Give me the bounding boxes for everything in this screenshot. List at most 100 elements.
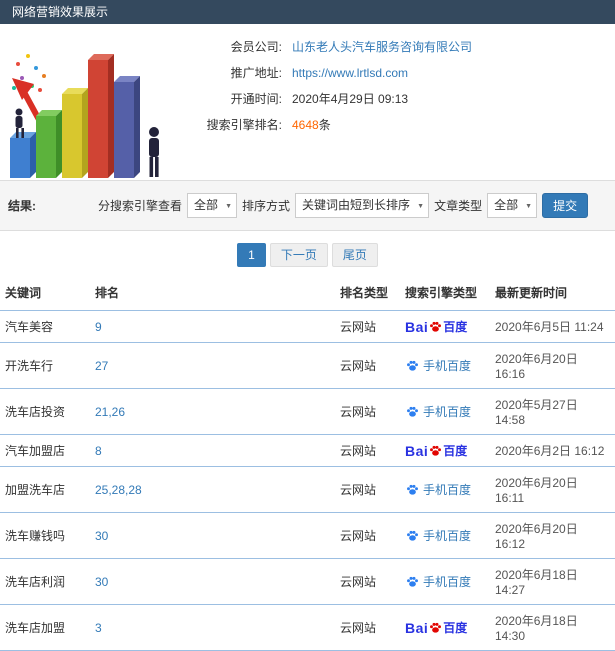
baidu-logo-latin: Bai [405,619,429,636]
bar-chart-graphic [10,54,159,178]
rank-cell: 30 [90,558,335,605]
keyword-cell: 洗车店利润 [0,558,90,605]
filter-controls: 分搜索引擎查看 全部 排序方式 关键词由短到长排序 文章类型 全部 提交 [98,193,589,218]
rank-cell: 8 [90,434,335,467]
table-body: 汽车美容 9 云网站 Bai 百度 2020年6月5日 11:24 开洗车行 2… [0,310,615,651]
update-time-cell: 2020年6月5日 11:24 [490,310,615,343]
mobile-baidu-logo: 手机百度 [405,573,471,590]
rank-unit: 条 [318,118,331,132]
engine-cell: Bai 百度 [400,604,490,651]
rank-type-cell: 云网站 [335,434,400,467]
engine-rank-row: 搜索引擎排名: 4648条 [182,116,472,134]
rank-type-cell: 云网站 [335,388,400,435]
baidu-logo-latin: Bai [405,442,429,459]
engine-rank-label: 搜索引擎排名: [206,118,282,132]
table-row: 洗车店利润 30 云网站 手机百度 2020年6月18日 14:27 [0,558,615,605]
keyword-cell: 洗车店投资 [0,388,90,435]
update-time-cell: 2020年6月2日 16:12 [490,434,615,467]
sort-select[interactable]: 关键词由短到长排序 [295,193,430,218]
table-row: 洗车店投资 21,26 云网站 手机百度 2020年5月27日 14:58 [0,388,615,435]
next-page-button[interactable]: 下一页 [269,243,328,267]
mobile-baidu-label: 手机百度 [423,404,472,419]
rank-type-cell: 云网站 [335,466,400,513]
engine-select[interactable]: 全部 [187,193,238,218]
info-section: 会员公司: 山东老人头汽车服务咨询有限公司 推广地址: https://www.… [0,24,615,180]
rank-cell: 21,26 [90,388,335,435]
engine-cell: 手机百度 [400,388,490,435]
engine-cell: Bai 百度 [400,310,490,343]
mobile-baidu-label: 手机百度 [423,528,472,543]
engine-filter-label: 分搜索引擎查看 [98,199,183,213]
engine-rank-value: 4648条 [292,116,331,134]
info-list: 会员公司: 山东老人头汽车服务咨询有限公司 推广地址: https://www.… [182,24,472,180]
table-row: 洗车赚钱吗 30 云网站 手机百度 2020年6月20日 16:12 [0,512,615,559]
rank-count: 4648 [292,118,319,132]
baidu-logo-latin: Bai [405,318,429,335]
rank-cell: 3 [90,604,335,651]
promotion-url-link[interactable]: https://www.lrtlsd.com [292,64,408,82]
keyword-cell: 开洗车行 [0,342,90,389]
mobile-baidu-label: 手机百度 [423,574,472,589]
rank-type-cell: 云网站 [335,604,400,651]
keyword-cell: 加盟洗车店 [0,466,90,513]
mobile-baidu-label: 手机百度 [423,358,472,373]
rank-type-cell: 云网站 [335,512,400,559]
rank-cell: 30 [90,512,335,559]
results-table: 关键词 排名 排名类型 搜索引擎类型 最新更新时间 汽车美容 9 云网站 Bai… [0,275,615,651]
mobile-baidu-paw-icon [406,405,419,418]
col-engine-type: 搜索引擎类型 [400,275,490,311]
url-label: 推广地址: [230,66,282,80]
update-time-cell: 2020年6月20日 16:16 [490,342,615,389]
page-1-button[interactable]: 1 [237,243,266,267]
mobile-baidu-logo: 手机百度 [405,403,471,420]
baidu-logo-cn: 百度 [443,444,468,458]
update-time-cell: 2020年6月18日 14:30 [490,604,615,651]
table-row: 加盟洗车店 25,28,28 云网站 手机百度 2020年6月20日 16:11 [0,466,615,513]
keyword-cell: 洗车店加盟 [0,604,90,651]
url-row: 推广地址: https://www.lrtlsd.com [182,64,472,82]
baidu-paw-icon [429,444,442,457]
person-figure-right [149,127,159,177]
baidu-logo: Bai 百度 [405,619,467,636]
rank-cell: 9 [90,310,335,343]
engine-cell: 手机百度 [400,558,490,605]
mobile-baidu-label: 手机百度 [423,482,472,497]
pagination: 1 下一页 尾页 [0,231,615,275]
baidu-logo-cn: 百度 [443,621,468,635]
keyword-cell: 汽车美容 [0,310,90,343]
table-row: 开洗车行 27 云网站 手机百度 2020年6月20日 16:16 [0,342,615,389]
company-link[interactable]: 山东老人头汽车服务咨询有限公司 [292,38,472,56]
mobile-baidu-paw-icon [406,529,419,542]
engine-cell: 手机百度 [400,342,490,389]
update-time-cell: 2020年6月18日 14:27 [490,558,615,605]
engine-cell: Bai 百度 [400,434,490,467]
col-keyword: 关键词 [0,275,90,311]
keyword-cell: 洗车赚钱吗 [0,512,90,559]
update-time-cell: 2020年6月20日 16:11 [490,466,615,513]
rank-type-cell: 云网站 [335,558,400,605]
baidu-paw-icon [429,320,442,333]
article-type-select[interactable]: 全部 [487,193,538,218]
company-row: 会员公司: 山东老人头汽车服务咨询有限公司 [182,38,472,56]
table-row: 汽车加盟店 8 云网站 Bai 百度 2020年6月2日 16:12 [0,434,615,467]
header: 网络营销效果展示 [0,0,615,24]
keyword-cell: 汽车加盟店 [0,434,90,467]
col-update-time: 最新更新时间 [490,275,615,311]
table-header-row: 关键词 排名 排名类型 搜索引擎类型 最新更新时间 [0,275,615,311]
chart-image [0,24,182,180]
rank-cell: 25,28,28 [90,466,335,513]
engine-cell: 手机百度 [400,512,490,559]
mobile-baidu-logo: 手机百度 [405,481,471,498]
mobile-baidu-paw-icon [406,359,419,372]
page-title: 网络营销效果展示 [12,5,109,19]
table-row: 洗车店加盟 3 云网站 Bai 百度 2020年6月18日 14:30 [0,604,615,651]
submit-button[interactable]: 提交 [542,193,589,218]
sort-filter-label: 排序方式 [242,199,291,213]
rank-cell: 27 [90,342,335,389]
article-type-label: 文章类型 [434,199,483,213]
mobile-baidu-logo: 手机百度 [405,357,471,374]
result-label: 结果: [8,199,36,213]
rank-type-cell: 云网站 [335,342,400,389]
last-page-button[interactable]: 尾页 [331,243,378,267]
update-time-cell: 2020年5月27日 14:58 [490,388,615,435]
